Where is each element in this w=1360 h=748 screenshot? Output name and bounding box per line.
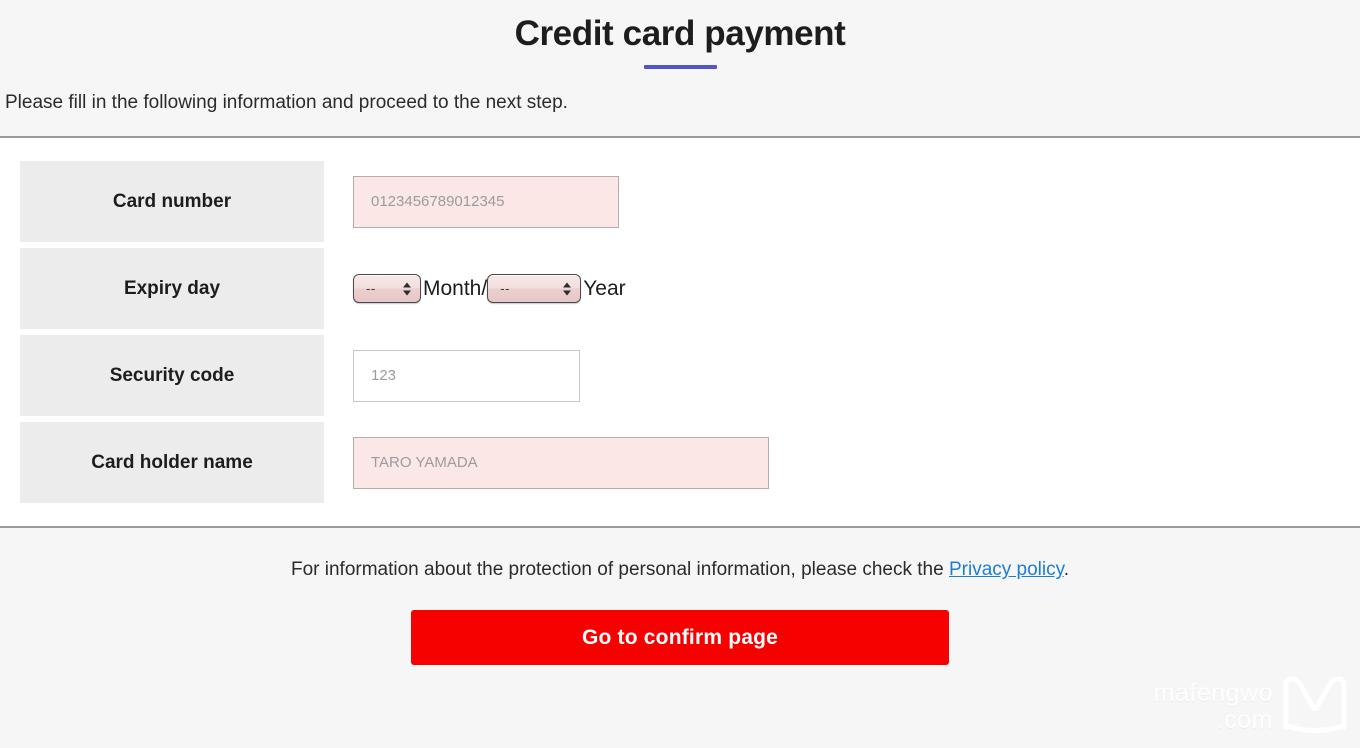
- label-card-number: Card number: [20, 161, 324, 243]
- form-row-expiry-day: Expiry day -- Month/ -- Year: [0, 248, 1360, 330]
- chevron-down-icon: [563, 290, 572, 296]
- watermark-line-2: .com: [1216, 705, 1273, 734]
- field-card-holder-name: [324, 422, 1360, 504]
- intro-instruction-text: Please fill in the following information…: [5, 91, 568, 113]
- expiry-controls-group: -- Month/ -- Year: [353, 274, 1360, 304]
- expiry-year-select[interactable]: --: [487, 274, 582, 304]
- form-row-card-holder-name: Card holder name: [0, 422, 1360, 504]
- expiry-year-stepper-arrows[interactable]: [563, 282, 572, 296]
- expiry-month-suffix-label: Month/: [423, 276, 488, 300]
- page-header: Credit card payment Please fill in the f…: [0, 0, 1360, 116]
- chevron-up-icon: [563, 282, 572, 288]
- payment-form-table: Card number Expiry day --: [0, 155, 1360, 509]
- label-card-holder-name: Card holder name: [20, 422, 324, 504]
- field-expiry-day: -- Month/ -- Year: [324, 248, 1360, 330]
- label-security-code: Security code: [20, 335, 324, 417]
- privacy-notice-prefix: For information about the protection of …: [290, 559, 949, 581]
- expiry-year-suffix-label: Year: [583, 276, 626, 300]
- card-holder-name-input[interactable]: [353, 436, 769, 489]
- expiry-year-value: --: [500, 281, 510, 297]
- row-left-spacer: [0, 335, 20, 417]
- row-left-spacer: [0, 161, 20, 243]
- mafengwo-watermark: mafengwo .com: [1154, 673, 1350, 740]
- label-expiry-day: Expiry day: [20, 248, 324, 330]
- page-title: Credit card payment: [514, 14, 846, 53]
- card-number-input[interactable]: [353, 175, 619, 228]
- privacy-policy-link[interactable]: Privacy policy: [949, 559, 1064, 580]
- row-left-spacer: [0, 248, 20, 330]
- chevron-down-icon: [403, 290, 411, 296]
- watermark-line-1: mafengwo: [1153, 679, 1273, 708]
- form-row-card-number: Card number: [0, 161, 1360, 243]
- payment-form: Card number Expiry day --: [0, 136, 1360, 529]
- watermark-text: mafengwo .com: [1154, 680, 1273, 733]
- expiry-month-select[interactable]: --: [353, 274, 421, 304]
- footer-area: For information about the protection of …: [0, 528, 1360, 666]
- mafengwo-m-logo-icon: [1280, 673, 1350, 740]
- submit-row: Go to confirm page: [0, 581, 1360, 666]
- security-code-input[interactable]: [353, 349, 580, 402]
- expiry-month-stepper-arrows[interactable]: [403, 282, 411, 296]
- field-card-number: [324, 161, 1360, 243]
- go-to-confirm-page-button[interactable]: Go to confirm page: [411, 610, 949, 666]
- form-row-security-code: Security code: [0, 335, 1360, 417]
- chevron-up-icon: [403, 282, 411, 288]
- field-security-code: [324, 335, 1360, 417]
- privacy-notice-suffix: .: [1063, 559, 1069, 581]
- expiry-month-value: --: [366, 281, 376, 297]
- row-left-spacer: [0, 422, 20, 504]
- privacy-notice: For information about the protection of …: [0, 559, 1360, 581]
